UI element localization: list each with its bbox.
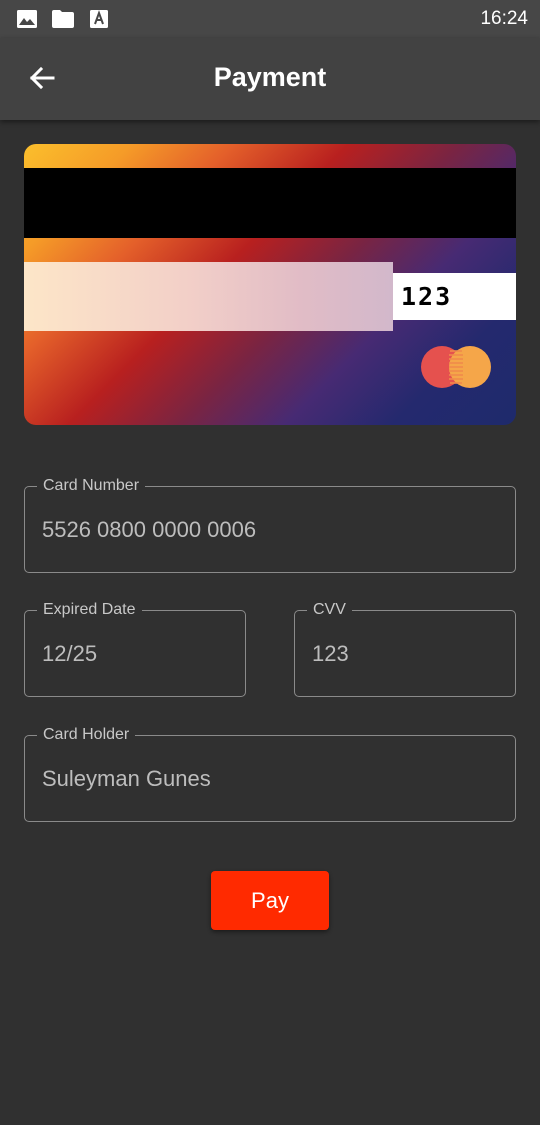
font-app-icon	[89, 9, 109, 34]
card-holder-value: Suleyman Gunes	[42, 765, 211, 791]
page-title: Payment	[213, 62, 327, 92]
signature-strip	[24, 262, 393, 331]
folder-icon	[51, 9, 75, 34]
pay-button[interactable]: Pay	[211, 871, 329, 930]
mastercard-logo-icon	[420, 344, 492, 395]
image-icon	[16, 9, 38, 34]
status-time: 16:24	[480, 8, 528, 29]
expired-date-value: 12/25	[42, 640, 98, 666]
magnetic-stripe	[24, 168, 516, 238]
card-number-value: 5526 0800 0000 0006	[42, 516, 257, 542]
cvv-field[interactable]: CVV 123	[294, 600, 516, 697]
cvv-value: 123	[312, 640, 349, 666]
credit-card-back[interactable]: 123	[24, 144, 516, 425]
card-cvv: 123	[393, 273, 516, 320]
card-number-field[interactable]: Card Number 5526 0800 0000 0006	[24, 476, 516, 573]
expired-date-field[interactable]: Expired Date 12/25	[24, 600, 246, 697]
status-bar: 16:24	[0, 0, 540, 38]
card-holder-field[interactable]: Card Holder Suleyman Gunes	[24, 725, 516, 822]
app-bar: Payment	[0, 38, 540, 120]
